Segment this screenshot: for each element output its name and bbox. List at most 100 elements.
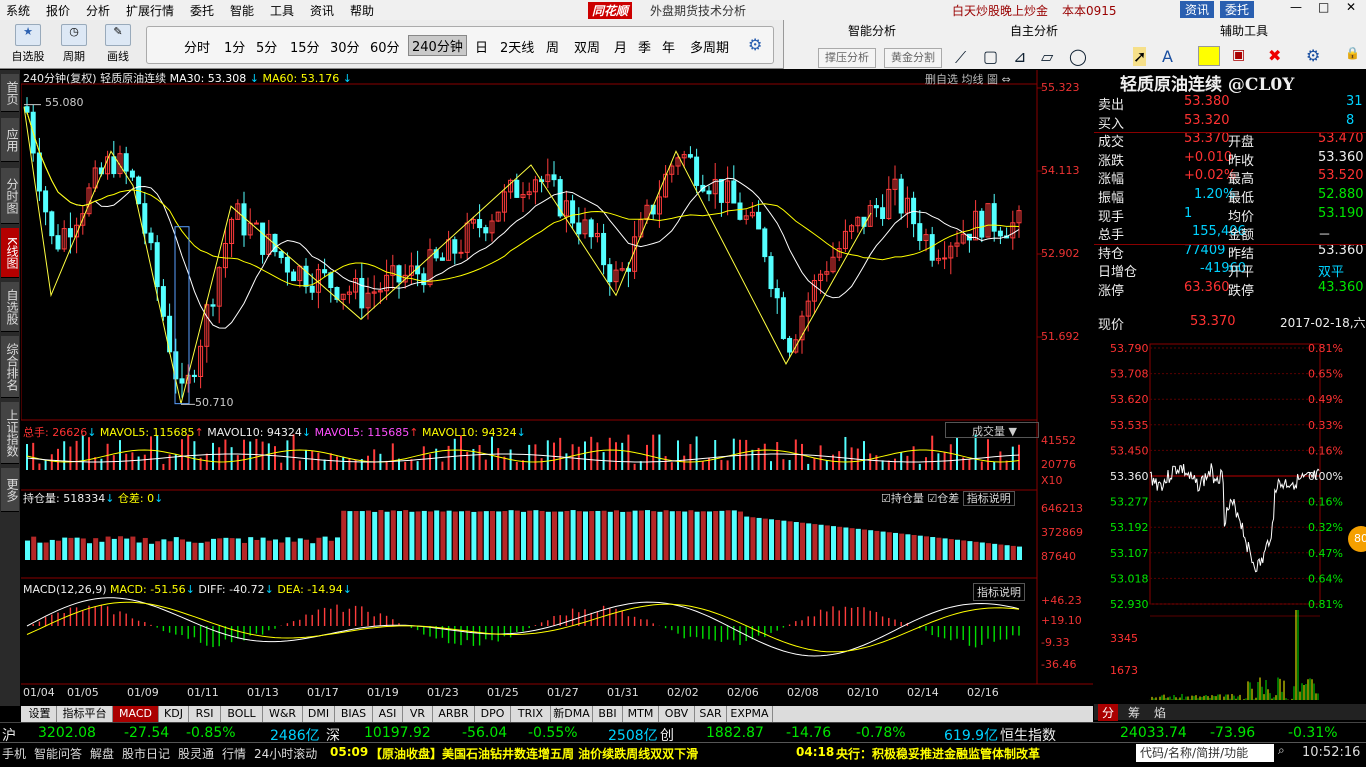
period-1m[interactable]: 1分: [224, 37, 245, 56]
status-analysis[interactable]: 解盘: [90, 745, 114, 762]
indicator-tab-bbi[interactable]: BBI: [593, 706, 623, 722]
news1-headline[interactable]: 【原油收盘】美国石油钻井数连增五周 油价续跌周线双双下滑: [370, 745, 698, 762]
period-month[interactable]: 月: [614, 37, 627, 56]
sz-index[interactable]: 10197.92: [364, 725, 431, 741]
period-60m[interactable]: 60分: [370, 37, 400, 56]
status-diary[interactable]: 股市日记: [122, 745, 170, 762]
minimize-icon[interactable]: —: [1290, 0, 1302, 14]
channel-tool-icon[interactable]: ⊿: [1013, 47, 1026, 66]
indicator-tab-bias[interactable]: BIAS: [335, 706, 373, 722]
rect-tool-icon[interactable]: ▢: [983, 47, 998, 66]
menu-quote[interactable]: 报价: [46, 2, 70, 19]
text-tool-icon[interactable]: A: [1162, 47, 1173, 66]
tab-timeshare-mini[interactable]: 分: [1098, 704, 1119, 721]
indicator-tab-指标平台[interactable]: 指标平台: [57, 706, 113, 722]
polygon-tool-icon[interactable]: ▱: [1041, 47, 1053, 66]
indicator-tab-arbr[interactable]: ARBR: [433, 706, 475, 722]
delete-icon[interactable]: ✖: [1268, 46, 1281, 65]
period-240m[interactable]: 240分钟: [408, 35, 467, 56]
indicator-tab-vr[interactable]: VR: [403, 706, 433, 722]
oi-help-button[interactable]: 指标说明: [962, 491, 1015, 506]
period-15m[interactable]: 15分: [290, 37, 320, 56]
macd-help-button[interactable]: 指标说明: [973, 583, 1025, 601]
indicator-tab-dmi[interactable]: DMI: [303, 706, 335, 722]
tab-flame[interactable]: 焰: [1150, 704, 1170, 721]
color-picker-swatch[interactable]: [1198, 46, 1220, 66]
period-week[interactable]: 周: [546, 37, 559, 56]
bookmark-icon[interactable]: ▣: [1232, 47, 1245, 63]
indicator-tab-asi[interactable]: ASI: [373, 706, 403, 722]
status-market[interactable]: 行情: [222, 745, 246, 762]
sh-index[interactable]: 3202.08: [38, 725, 96, 741]
lock-icon[interactable]: 🔒: [1345, 46, 1360, 60]
menu-extended[interactable]: 扩展行情: [126, 2, 174, 19]
tab-more[interactable]: 更多: [1, 468, 19, 512]
tab-sh-index[interactable]: 上证指数: [1, 402, 19, 464]
period-30m[interactable]: 30分: [330, 37, 360, 56]
close-icon[interactable]: ✕: [1346, 0, 1356, 14]
status-mobile[interactable]: 手机: [2, 745, 26, 762]
ellipse-tool-icon[interactable]: ◯: [1069, 47, 1087, 66]
trade-button[interactable]: 委托: [1220, 1, 1255, 18]
oi-checkbox[interactable]: ☑: [881, 492, 891, 505]
menu-news[interactable]: 资讯: [310, 2, 334, 19]
menu-help[interactable]: 帮助: [350, 2, 374, 19]
pointer-icon[interactable]: ➚: [1133, 47, 1147, 66]
tab-watchlist[interactable]: 自选股: [1, 282, 19, 332]
settings-gear-icon[interactable]: ⚙: [748, 35, 762, 54]
tool-settings-icon[interactable]: ⚙: [1306, 46, 1320, 65]
menu-smart[interactable]: 智能: [230, 2, 254, 19]
period-quarter[interactable]: 季: [638, 37, 651, 56]
status-qa[interactable]: 智能问答: [34, 745, 82, 762]
tab-ranking[interactable]: 综合排名: [1, 336, 19, 398]
indicator-tab-sar[interactable]: SAR: [695, 706, 727, 722]
indicator-tab-obv[interactable]: OBV: [659, 706, 695, 722]
period-year[interactable]: 年: [662, 37, 675, 56]
menu-trade[interactable]: 委托: [190, 2, 214, 19]
indicator-tab-设置[interactable]: 设置: [23, 706, 57, 722]
maximize-icon[interactable]: □: [1318, 0, 1329, 14]
diff-checkbox[interactable]: ☑: [927, 492, 937, 505]
news-button[interactable]: 资讯: [1180, 1, 1215, 18]
indicator-tab-boll[interactable]: BOLL: [221, 706, 263, 722]
search-input[interactable]: 代码/名称/简拼/功能: [1136, 744, 1274, 762]
draw-line-button[interactable]: ✎ 画线: [98, 24, 138, 66]
period-tick[interactable]: 分时: [184, 37, 210, 56]
indicator-tab-w&r[interactable]: W&R: [263, 706, 303, 722]
indicator-tab-rsi[interactable]: RSI: [189, 706, 221, 722]
chart-overlay-buttons[interactable]: 删自选 均线 圖 ⇔: [925, 71, 1011, 87]
tab-chips[interactable]: 筹: [1124, 704, 1144, 721]
period-button[interactable]: ◷ 周期: [54, 24, 94, 66]
indicator-tab-dpo[interactable]: DPO: [475, 706, 511, 722]
menu-tools[interactable]: 工具: [270, 2, 294, 19]
period-2day[interactable]: 2天线: [500, 37, 534, 56]
intraday-mini-chart[interactable]: 53.790 0.81% 53.708 0.65% 53.620 0.49% 53.535 0…: [1094, 336, 1366, 706]
volume-indicator-select[interactable]: 成交量 ▼: [945, 422, 1039, 438]
hs-index[interactable]: 24033.74: [1120, 725, 1187, 741]
status-lingtong[interactable]: 股灵通: [178, 745, 214, 762]
indicator-tab-新dma[interactable]: 新DMA: [551, 706, 593, 722]
search-icon[interactable]: ⌕: [1278, 743, 1285, 758]
status-24h[interactable]: 24小时滚动: [254, 745, 317, 762]
tab-home[interactable]: 首页: [1, 74, 19, 112]
cy-index[interactable]: 1882.87: [706, 725, 764, 741]
golden-section-button[interactable]: 黄金分割: [884, 48, 942, 68]
pressure-analysis-button[interactable]: 撑压分析: [818, 48, 876, 68]
indicator-tab-mtm[interactable]: MTM: [623, 706, 659, 722]
period-2week[interactable]: 双周: [574, 37, 600, 56]
news2-headline[interactable]: 央行：积极稳妥推进金融监管体制改革: [836, 745, 1040, 762]
indicator-tab-trix[interactable]: TRIX: [511, 706, 551, 722]
indicator-tab-expma[interactable]: EXPMA: [727, 706, 773, 722]
promo-link[interactable]: 白天炒股晚上炒金: [952, 2, 1048, 19]
watchlist-button[interactable]: ★ 自选股: [8, 24, 48, 66]
period-multi[interactable]: 多周期: [690, 37, 729, 56]
indicator-tab-kdj[interactable]: KDJ: [159, 706, 189, 722]
menu-system[interactable]: 系统: [6, 2, 30, 19]
tab-kline[interactable]: K线图: [1, 228, 19, 278]
tab-timeshare[interactable]: 分时图: [1, 168, 19, 224]
period-5m[interactable]: 5分: [256, 37, 277, 56]
tab-apps[interactable]: 应用: [1, 118, 19, 162]
period-day[interactable]: 日: [475, 37, 488, 56]
menu-analysis[interactable]: 分析: [86, 2, 110, 19]
indicator-tab-macd[interactable]: MACD: [113, 706, 159, 722]
